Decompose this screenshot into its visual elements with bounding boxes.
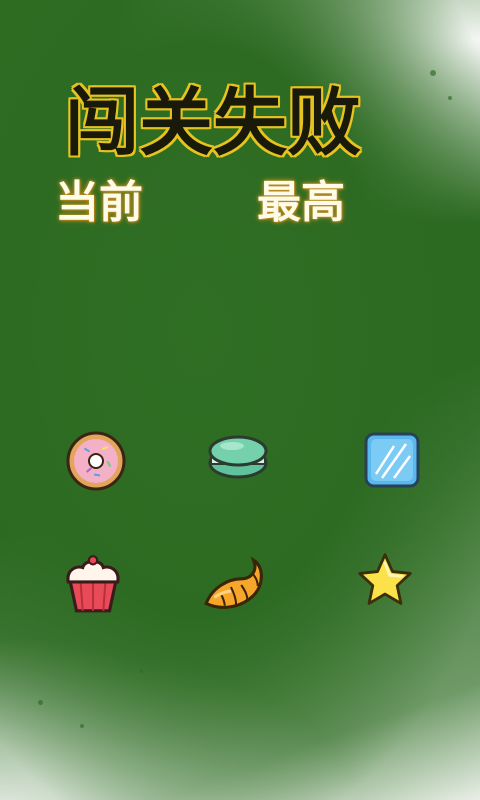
best-score-label: 最高 xyxy=(257,177,345,228)
cupcake-icon[interactable] xyxy=(60,551,126,617)
croissant-icon[interactable] xyxy=(200,552,266,618)
spray-speck xyxy=(430,70,436,76)
spray-speck xyxy=(38,700,43,705)
game-over-screen: 闯关失败 当前 最高 xyxy=(0,0,480,800)
level-failed-title: 闯关失败 xyxy=(65,80,361,166)
spray-speck xyxy=(448,96,452,100)
ice-cube-icon[interactable] xyxy=(360,428,424,492)
spray-speck xyxy=(80,724,84,728)
donut-icon[interactable] xyxy=(64,429,128,493)
star-icon[interactable] xyxy=(355,550,415,610)
spray-speck xyxy=(140,670,143,673)
current-score-label: 当前 xyxy=(55,177,143,228)
macaron-icon[interactable] xyxy=(206,427,270,491)
spray-speck xyxy=(410,230,415,235)
